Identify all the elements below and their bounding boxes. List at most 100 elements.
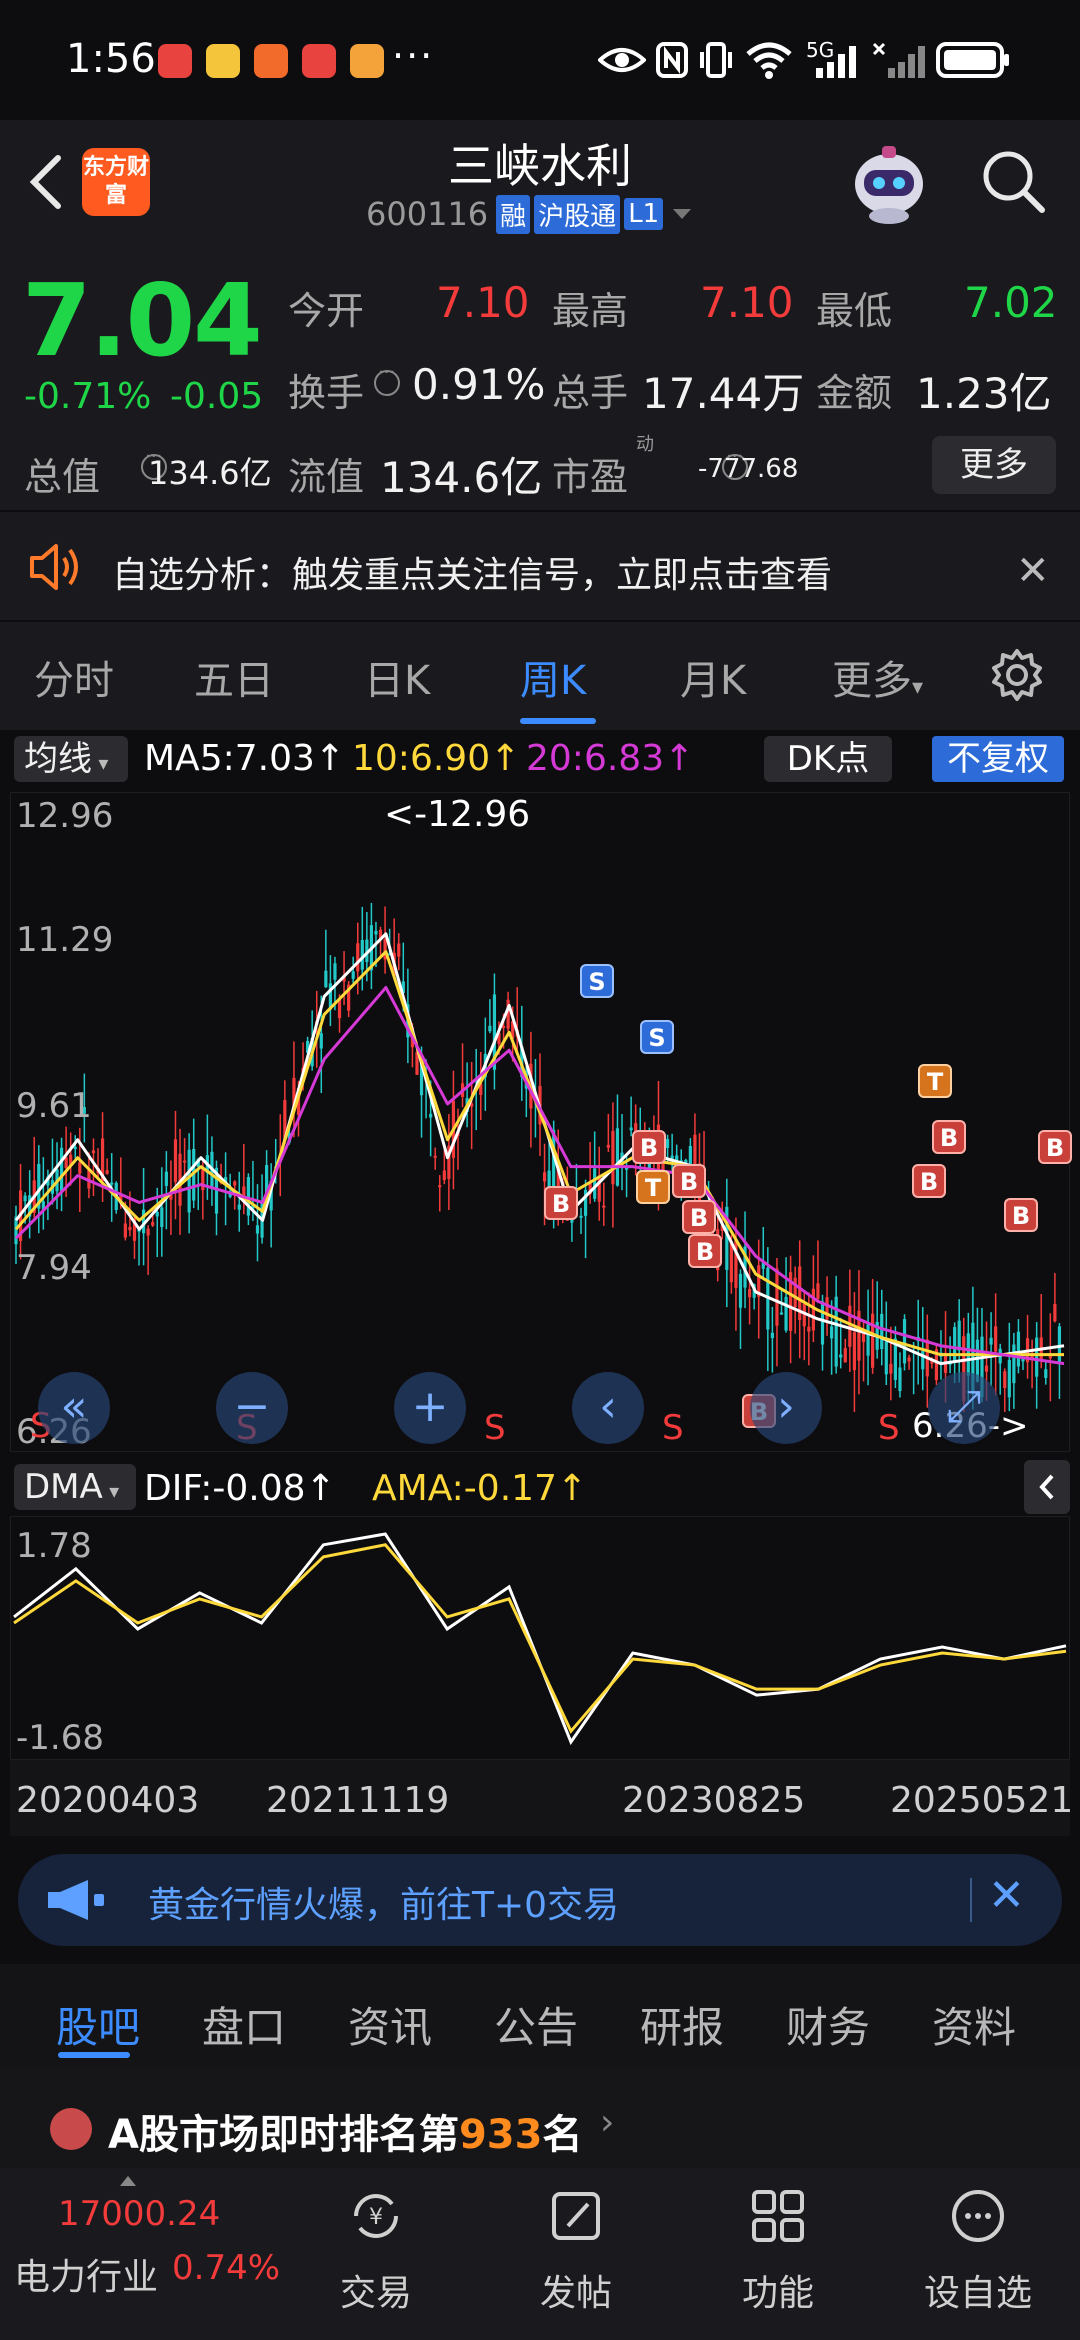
dk-point-button[interactable]: DK点 (764, 736, 892, 782)
collapse-button[interactable] (1024, 1460, 1070, 1514)
tab-more-label: 更多 (832, 658, 912, 704)
tab-forum[interactable]: 股吧 (56, 1994, 140, 2055)
candle-body (629, 1127, 633, 1131)
post-icon (552, 2192, 600, 2240)
tab-daily-k[interactable]: 日K (364, 648, 430, 706)
candle-body (255, 1225, 260, 1234)
robot-assistant-icon[interactable] (846, 140, 932, 226)
nav-trade[interactable]: ¥ 交易 (296, 2186, 456, 2316)
indicator-selector[interactable]: DMA ▾ (14, 1464, 136, 1510)
candle-body (246, 1177, 250, 1216)
nav-functions[interactable]: 功能 (698, 2186, 858, 2316)
rank-icon (50, 2108, 92, 2150)
open-label: 今开 (288, 289, 365, 333)
ma-selector[interactable]: 均线 ▾ (14, 736, 128, 782)
tab-intraday[interactable]: 分时 (34, 648, 114, 706)
apps-icon (752, 2190, 804, 2242)
buy-signal[interactable]: B (544, 1186, 578, 1220)
market-rank-strip[interactable]: A股市场即时排名第933名 › (0, 2068, 1080, 2168)
close-icon[interactable]: ✕ (1016, 548, 1050, 594)
app-logo[interactable]: 东方财富 (82, 148, 150, 216)
last-price: 7.04 (22, 262, 263, 379)
y-tick-label: 12.96 (16, 796, 114, 836)
industry-index-value[interactable]: 17000.24 (58, 2194, 220, 2234)
candle-body (64, 1157, 68, 1168)
promo-banner[interactable]: 黄金行情火爆，前往T+0交易 ✕ (18, 1854, 1062, 1946)
scroll-right-button[interactable]: › (750, 1372, 822, 1444)
buy-signal[interactable]: B (688, 1234, 722, 1268)
more-quote-button[interactable]: 更多 (932, 436, 1056, 494)
tab-news[interactable]: 资讯 (348, 1994, 432, 2055)
trade-icon: ¥ (354, 2194, 398, 2238)
tab-order-book[interactable]: 盘口 (202, 1994, 286, 2055)
zoom-out-button[interactable]: − (216, 1372, 288, 1444)
pe-value: -777.68 (698, 454, 799, 484)
tab-more[interactable]: 更多▾ (832, 648, 923, 706)
notification-icon (254, 44, 288, 78)
change-value: -0.05 (170, 376, 264, 417)
candle-body (839, 1354, 843, 1358)
tab-weekly-k[interactable]: 周K (520, 648, 586, 706)
sell-signal[interactable]: S (580, 964, 614, 998)
y-tick-label: 9.61 (16, 1086, 92, 1126)
megaphone-icon (48, 1880, 104, 1920)
tab-monthly-k[interactable]: 月K (680, 648, 746, 706)
nav-post[interactable]: 发帖 (496, 2186, 656, 2316)
industry-name[interactable]: 电力行业 (14, 2248, 158, 2300)
candle-body (429, 1113, 433, 1118)
candle-body (356, 943, 360, 972)
candle-body (816, 1283, 820, 1300)
rank-suffix: 名 (542, 2112, 583, 2158)
scroll-left-button[interactable]: ‹ (572, 1372, 644, 1444)
ma10-value: 10:6.90↑ (352, 738, 521, 779)
status-bar: 1:56 ··· 5G (0, 0, 1080, 120)
signal-icon (816, 46, 856, 78)
dma-chart[interactable] (10, 1516, 1070, 1760)
candle-body (957, 1320, 961, 1351)
tab-announcements[interactable]: 公告 (494, 1994, 578, 2055)
no-adjust-button[interactable]: 不复权 (932, 736, 1064, 782)
candle-body (784, 1296, 788, 1331)
rank-text: A股市场即时排名第933名 (108, 2102, 582, 2160)
rewind-button[interactable]: « (38, 1372, 110, 1444)
buy-signal[interactable]: B (912, 1164, 946, 1198)
tab-research[interactable]: 研报 (640, 1994, 724, 2055)
nfc-icon (656, 42, 688, 78)
info-icon[interactable] (374, 362, 400, 396)
close-icon[interactable]: ✕ (988, 1870, 1025, 1921)
kline-chart-area[interactable]: 均线 ▾ MA5:7.03↑ 10:6.90↑ 20:6.83↑ DK点 不复权… (0, 730, 1080, 1840)
stock-subtitle[interactable]: 600116 融 沪股通 L1 (366, 194, 692, 234)
t-signal[interactable]: T (636, 1170, 670, 1204)
expand-up-icon[interactable] (120, 2176, 136, 2186)
buy-signal[interactable]: B (932, 1120, 966, 1154)
tab-finance[interactable]: 财务 (786, 1994, 870, 2055)
zoom-in-button[interactable]: + (394, 1372, 466, 1444)
back-icon[interactable] (24, 152, 68, 212)
fullscreen-button[interactable]: ⤢ (928, 1372, 1000, 1444)
nav-add-watchlist[interactable]: 设自选 (898, 2186, 1058, 2316)
candle-body (880, 1313, 884, 1349)
buy-signal[interactable]: B (682, 1200, 716, 1234)
y-tick-label: 11.29 (16, 920, 114, 960)
sell-signal[interactable]: S (640, 1020, 674, 1054)
candle-body (852, 1332, 856, 1371)
tab-five-day[interactable]: 五日 (194, 648, 274, 706)
buy-signal[interactable]: B (1038, 1130, 1072, 1164)
buy-signal[interactable]: B (1004, 1198, 1038, 1232)
settings-gear-icon[interactable] (990, 648, 1044, 702)
candle-body (848, 1305, 852, 1347)
tab-profile[interactable]: 资料 (932, 1994, 1016, 2055)
buy-signal[interactable]: B (672, 1164, 706, 1198)
change-percent: -0.71% (24, 376, 152, 417)
candle-body (1012, 1344, 1016, 1384)
watchlist-analysis-banner[interactable]: 自选分析：触发重点关注信号，立即点击查看 ✕ (0, 510, 1080, 620)
search-icon[interactable] (978, 146, 1048, 216)
nav-functions-label: 功能 (741, 2273, 814, 2314)
high-label: 最高 (552, 289, 629, 333)
candle-body (105, 1170, 109, 1174)
buy-signal[interactable]: B (632, 1130, 666, 1164)
ma20-value: 20:6.83↑ (526, 738, 695, 779)
t-signal[interactable]: T (918, 1064, 952, 1098)
kline-main-chart[interactable] (10, 792, 1070, 1452)
turnover-label: 换手 (288, 371, 365, 415)
